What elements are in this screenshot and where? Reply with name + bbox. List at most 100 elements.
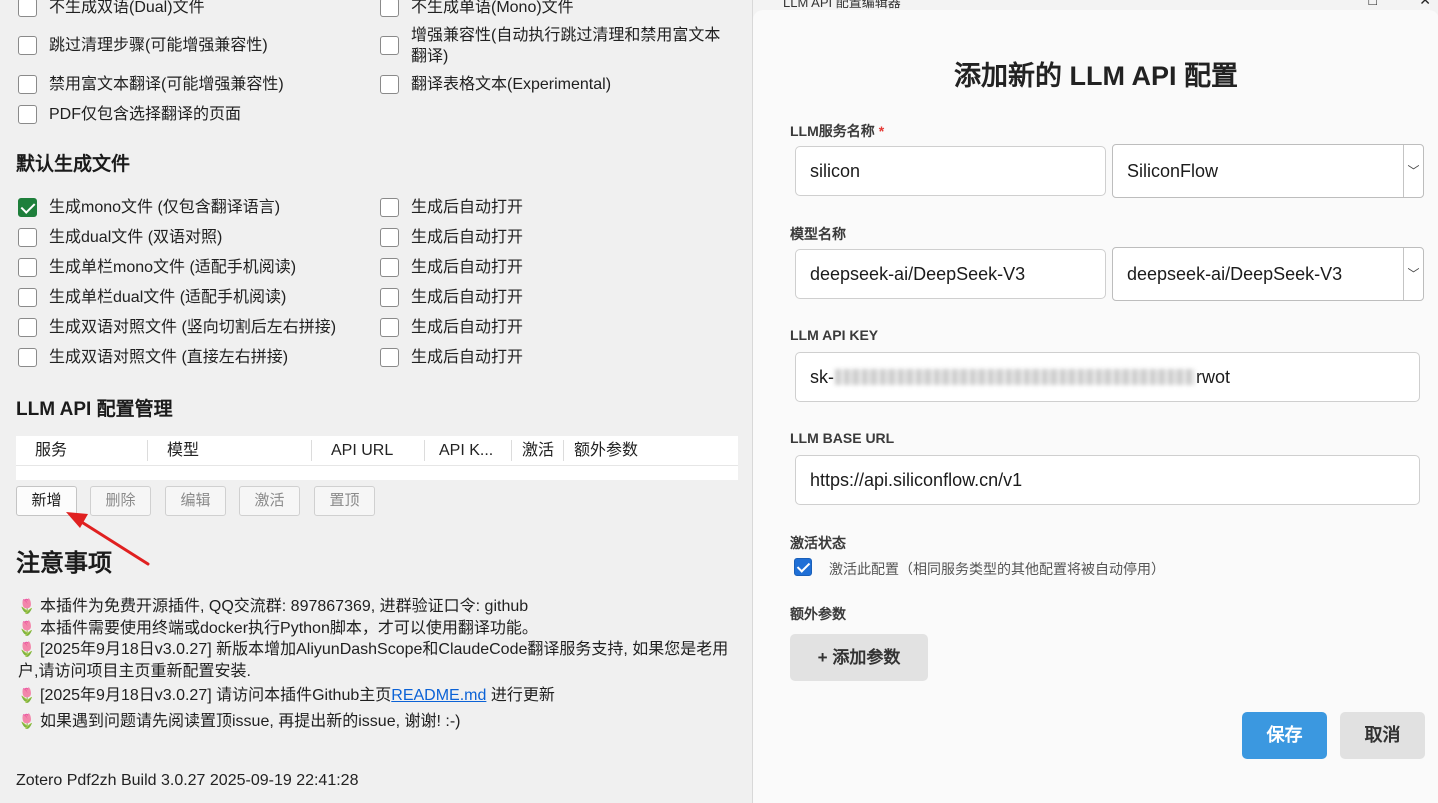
- delete-button[interactable]: 删除: [90, 486, 151, 516]
- note-text: [2025年9月18日v3.0.27] 新版本增加AliyunDashScope…: [18, 641, 729, 680]
- select-value: deepseek-ai/DeepSeek-V3: [1127, 264, 1343, 284]
- tulip-icon: 🌷: [18, 620, 36, 636]
- checkbox[interactable]: [18, 348, 37, 367]
- chevron-down-icon[interactable]: ﹀: [1403, 145, 1423, 197]
- activate-button[interactable]: 激活: [239, 486, 300, 516]
- option-label: 生成后自动打开: [411, 259, 524, 276]
- api-key-prefix: sk-: [810, 367, 834, 387]
- column-header-active[interactable]: 激活: [512, 440, 564, 461]
- model-name-input[interactable]: deepseek-ai/DeepSeek-V3: [795, 249, 1106, 299]
- option-label: 生成后自动打开: [411, 289, 524, 306]
- checkbox[interactable]: [18, 75, 37, 94]
- column-header-extra[interactable]: 额外参数: [564, 440, 684, 461]
- column-header-api-url[interactable]: API URL: [312, 440, 425, 461]
- close-icon[interactable]: ✕: [1419, 0, 1431, 9]
- extra-params-label: 额外参数: [790, 606, 846, 622]
- dialog-titlebar: LLM API 配置编辑器 □ ✕: [753, 0, 1438, 10]
- option-label: 跳过清理步骤(可能增强兼容性): [49, 37, 268, 54]
- base-url-input[interactable]: https://api.siliconflow.cn/v1: [795, 455, 1420, 505]
- column-header-model[interactable]: 模型: [148, 440, 312, 461]
- add-button[interactable]: 新增: [16, 486, 77, 516]
- tulip-icon: 🌷: [18, 598, 36, 614]
- service-select[interactable]: SiliconFlow ﹀: [1112, 144, 1424, 198]
- checkbox[interactable]: [18, 36, 37, 55]
- model-select[interactable]: deepseek-ai/DeepSeek-V3 ﹀: [1112, 247, 1424, 301]
- llm-table-header: 服务 模型 API URL API K... 激活 额外参数: [16, 436, 738, 466]
- auto-open-option[interactable]: 生成后自动打开: [380, 318, 523, 338]
- option-label: 翻译表格文本(Experimental): [411, 76, 612, 93]
- checkbox[interactable]: [380, 288, 399, 307]
- file-option-dual[interactable]: 生成dual文件 (双语对照): [18, 228, 222, 248]
- checkbox[interactable]: [380, 198, 399, 217]
- auto-open-option[interactable]: 生成后自动打开: [380, 348, 523, 368]
- checkbox[interactable]: [18, 318, 37, 337]
- redacted-key: [835, 369, 1195, 385]
- option-label: 不生成双语(Dual)文件: [49, 0, 205, 16]
- add-param-button[interactable]: + 添加参数: [790, 634, 928, 681]
- checkbox-checked[interactable]: [18, 198, 37, 217]
- option-label: 增强兼容性(自动执行跳过清理和禁用富文本翻译): [411, 27, 721, 65]
- window-title: LLM API 配置编辑器: [783, 0, 901, 10]
- llm-table-body[interactable]: [16, 466, 738, 480]
- notes-title: 注意事项: [16, 550, 112, 577]
- label-text: LLM服务名称: [790, 123, 875, 139]
- option-disable-rich-text[interactable]: 禁用富文本翻译(可能增强兼容性): [18, 75, 284, 95]
- save-button[interactable]: 保存: [1242, 712, 1327, 759]
- edit-button[interactable]: 编辑: [165, 486, 226, 516]
- section-title-llm-manage: LLM API 配置管理: [16, 399, 173, 420]
- option-pdf-selected-pages[interactable]: PDF仅包含选择翻译的页面: [18, 105, 241, 125]
- api-key-input[interactable]: sk-rwot: [795, 352, 1420, 402]
- checkbox[interactable]: [18, 0, 37, 17]
- checkbox[interactable]: [380, 228, 399, 247]
- option-label: 生成dual文件 (双语对照): [49, 229, 223, 246]
- option-enhance-compat[interactable]: 增强兼容性(自动执行跳过清理和禁用富文本翻译): [380, 25, 730, 67]
- chevron-down-icon[interactable]: ﹀: [1403, 248, 1423, 300]
- option-label: 禁用富文本翻译(可能增强兼容性): [49, 76, 284, 93]
- llm-config-dialog: LLM API 配置编辑器 □ ✕ 添加新的 LLM API 配置 LLM服务名…: [752, 0, 1438, 803]
- file-option-single-dual[interactable]: 生成单栏dual文件 (适配手机阅读): [18, 288, 286, 308]
- option-label: 生成单栏dual文件 (适配手机阅读): [49, 289, 287, 306]
- auto-open-option[interactable]: 生成后自动打开: [380, 198, 523, 218]
- checkbox[interactable]: [380, 75, 399, 94]
- pin-top-button[interactable]: 置顶: [314, 486, 375, 516]
- column-header-service[interactable]: 服务: [16, 440, 148, 461]
- checkbox[interactable]: [380, 36, 399, 55]
- file-option-single-mono[interactable]: 生成单栏mono文件 (适配手机阅读): [18, 258, 296, 278]
- checkbox[interactable]: [18, 105, 37, 124]
- activate-checkbox[interactable]: [794, 558, 812, 576]
- file-option-mono[interactable]: 生成mono文件 (仅包含翻译语言): [18, 198, 280, 218]
- file-option-compare-direct[interactable]: 生成双语对照文件 (直接左右拼接): [18, 348, 288, 368]
- file-option-compare-cut[interactable]: 生成双语对照文件 (竖向切割后左右拼接): [18, 318, 336, 338]
- base-url-label: LLM BASE URL: [790, 430, 895, 446]
- option-label: 生成后自动打开: [411, 319, 524, 336]
- option-label: 生成后自动打开: [411, 229, 524, 246]
- option-label: 生成后自动打开: [411, 349, 524, 366]
- option-no-dual[interactable]: 不生成双语(Dual)文件: [18, 0, 205, 18]
- option-no-mono[interactable]: 不生成单语(Mono)文件: [380, 0, 574, 18]
- build-info: Zotero Pdf2zh Build 3.0.27 2025-09-19 22…: [16, 772, 359, 789]
- checkbox[interactable]: [380, 348, 399, 367]
- auto-open-option[interactable]: 生成后自动打开: [380, 258, 523, 278]
- option-label: 生成单栏mono文件 (适配手机阅读): [49, 259, 297, 276]
- tulip-icon: 🌷: [18, 641, 36, 657]
- readme-link[interactable]: README.md: [391, 687, 486, 704]
- column-header-api-key[interactable]: API K...: [425, 440, 512, 461]
- checkbox[interactable]: [380, 318, 399, 337]
- checkbox[interactable]: [18, 258, 37, 277]
- note-text: 进行更新: [486, 687, 555, 704]
- checkbox[interactable]: [18, 288, 37, 307]
- service-name-input[interactable]: silicon: [795, 146, 1106, 196]
- auto-open-option[interactable]: 生成后自动打开: [380, 228, 523, 248]
- checkbox[interactable]: [380, 258, 399, 277]
- option-skip-clean[interactable]: 跳过清理步骤(可能增强兼容性): [18, 36, 268, 56]
- note-text: [2025年9月18日v3.0.27] 请访问本插件Github主页: [40, 687, 392, 704]
- cancel-button[interactable]: 取消: [1340, 712, 1425, 759]
- checkbox[interactable]: [380, 0, 399, 17]
- checkbox[interactable]: [18, 228, 37, 247]
- note-text: 如果遇到问题请先阅读置顶issue, 再提出新的issue, 谢谢! :-): [40, 713, 461, 730]
- option-translate-table[interactable]: 翻译表格文本(Experimental): [380, 75, 611, 95]
- settings-panel: 不生成双语(Dual)文件 跳过清理步骤(可能增强兼容性) 禁用富文本翻译(可能…: [0, 0, 752, 803]
- maximize-icon[interactable]: □: [1369, 0, 1377, 8]
- auto-open-option[interactable]: 生成后自动打开: [380, 288, 523, 308]
- option-label: 生成后自动打开: [411, 199, 524, 216]
